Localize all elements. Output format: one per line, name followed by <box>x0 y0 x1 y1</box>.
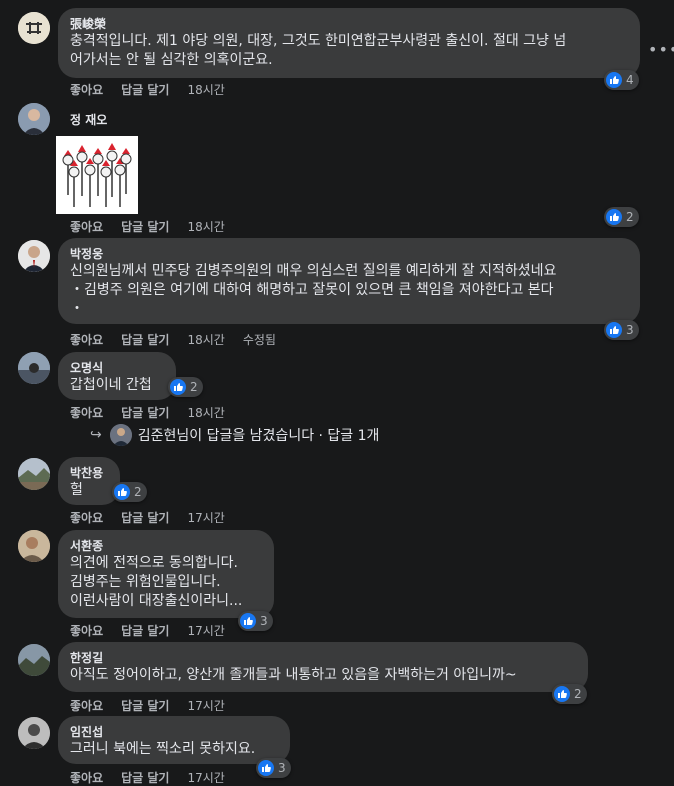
reply-link[interactable]: 답글 달기 <box>121 511 169 525</box>
reply-link[interactable]: 답글 달기 <box>121 624 169 638</box>
comment-actions: 좋아요 답글 달기 18시간 수정됨 <box>70 331 294 348</box>
reply-link[interactable]: 답글 달기 <box>121 406 169 420</box>
comment-actions: 좋아요 답글 달기 17시간 <box>70 769 243 786</box>
thumbs-up-icon <box>114 484 130 500</box>
comment-author[interactable]: 임진섭 <box>70 724 278 740</box>
like-link[interactable]: 좋아요 <box>70 699 103 713</box>
comment-text: 충격적입니다. 제1 야당 의원, 대장, 그것도 한미연합군부사령관 출신이.… <box>70 33 567 68</box>
comment-bubble: 서환종 의견에 전적으로 동의합니다. 김병주는 위험인물입니다. 이런사람이 … <box>58 530 274 618</box>
timestamp[interactable]: 17시간 <box>187 624 224 638</box>
avatar[interactable] <box>18 12 50 44</box>
comment-author[interactable]: 한정길 <box>70 650 576 666</box>
reply-link[interactable]: 답글 달기 <box>121 699 169 713</box>
sticker-image[interactable] <box>56 136 138 214</box>
comment-bubble: 한정길 아직도 정어이하고, 양산개 졸개들과 내통하고 있음을 자백하는거 아… <box>58 642 588 692</box>
reaction-number: 3 <box>278 761 286 775</box>
timestamp[interactable]: 17시간 <box>187 511 224 525</box>
comment-bubble: 정 재오 <box>58 104 119 136</box>
comment-text: 헐 <box>70 482 83 498</box>
thumbs-up-icon <box>606 322 622 338</box>
timestamp[interactable]: 18시간 <box>187 406 224 420</box>
comment-bubble: 張峻榮 충격적입니다. 제1 야당 의원, 대장, 그것도 한미연합군부사령관 … <box>58 8 640 78</box>
comment-author[interactable]: 정 재오 <box>70 112 107 128</box>
view-replies-link[interactable]: ↪ 김준현님이 답글을 남겼습니다 · 답글 1개 <box>90 424 379 446</box>
comment-text: 신의원님께서 민주당 김병주의원의 매우 의심스런 질의를 예리하게 잘 지적하… <box>70 263 557 317</box>
like-link[interactable]: 좋아요 <box>70 220 103 234</box>
reaction-number: 4 <box>626 73 634 87</box>
reaction-number: 2 <box>190 380 198 394</box>
reaction-count[interactable]: 3 <box>604 320 639 340</box>
avatar[interactable] <box>18 352 50 384</box>
reaction-number: 3 <box>626 323 634 337</box>
comment-actions: 좋아요 답글 달기 17시간 <box>70 509 243 526</box>
comment-bubble: 임진섭 그러니 북에는 찍소리 못하지요. <box>58 716 290 764</box>
comment-bubble: 박정웅 신의원님께서 민주당 김병주의원의 매우 의심스런 질의를 예리하게 잘… <box>58 238 640 324</box>
comment-bubble: 오명식 갑첩이네 간첩 <box>58 352 176 400</box>
comment-author[interactable]: 오명식 <box>70 360 164 376</box>
reaction-number: 3 <box>260 614 268 628</box>
thumbs-up-icon <box>606 72 622 88</box>
like-link[interactable]: 좋아요 <box>70 771 103 785</box>
timestamp[interactable]: 17시간 <box>187 771 224 785</box>
comment-text: 아직도 정어이하고, 양산개 졸개들과 내통하고 있음을 자백하는거 아입니까~ <box>70 667 517 683</box>
comment-author[interactable]: 박정웅 <box>70 246 628 262</box>
like-link[interactable]: 좋아요 <box>70 511 103 525</box>
reaction-number: 2 <box>626 210 634 224</box>
reaction-count[interactable]: 2 <box>604 207 639 227</box>
timestamp[interactable]: 18시간 <box>187 83 224 97</box>
reply-summary: 김준현님이 답글을 남겼습니다 · 답글 1개 <box>137 428 380 444</box>
reply-link[interactable]: 답글 달기 <box>121 333 169 347</box>
comment-author[interactable]: 박찬용 <box>70 465 108 481</box>
comment-bubble: 박찬용 헐 <box>58 457 120 505</box>
comment-text: 갑첩이네 간첩 <box>70 377 152 393</box>
comment-text: 의견에 전적으로 동의합니다. 김병주는 위험인물입니다. 이런사람이 대장출신… <box>70 555 243 609</box>
avatar[interactable] <box>18 717 50 749</box>
comment-author[interactable]: 서환종 <box>70 538 262 554</box>
comment-actions: 좋아요 답글 달기 18시간 <box>70 404 243 421</box>
reaction-number: 2 <box>574 687 582 701</box>
avatar[interactable] <box>18 644 50 676</box>
like-link[interactable]: 좋아요 <box>70 624 103 638</box>
timestamp[interactable]: 18시간 <box>187 220 224 234</box>
reaction-number: 2 <box>134 485 142 499</box>
reply-link[interactable]: 답글 달기 <box>121 83 169 97</box>
avatar[interactable] <box>18 240 50 272</box>
thumbs-up-icon <box>258 760 274 776</box>
comment-actions: 좋아요 답글 달기 18시간 <box>70 81 243 98</box>
comment-author[interactable]: 張峻榮 <box>70 16 628 32</box>
thumbs-up-icon <box>554 686 570 702</box>
reaction-count[interactable]: 2 <box>552 684 587 704</box>
comment-actions: 좋아요 답글 달기 17시간 <box>70 697 243 714</box>
reply-link[interactable]: 답글 달기 <box>121 220 169 234</box>
reply-avatar <box>109 424 132 446</box>
timestamp[interactable]: 18시간 <box>187 333 224 347</box>
reaction-count[interactable]: 3 <box>238 611 273 631</box>
reply-link[interactable]: 답글 달기 <box>121 771 169 785</box>
like-link[interactable]: 좋아요 <box>70 406 103 420</box>
like-link[interactable]: 좋아요 <box>70 83 103 97</box>
comment-actions: 좋아요 답글 달기 18시간 <box>70 218 243 235</box>
comment-actions: 좋아요 답글 달기 17시간 <box>70 622 243 639</box>
reply-arrow-icon: ↪ <box>90 427 102 443</box>
comment-text: 그러니 북에는 찍소리 못하지요. <box>70 741 256 757</box>
reaction-count[interactable]: 4 <box>604 70 639 90</box>
avatar[interactable] <box>18 103 50 135</box>
timestamp[interactable]: 17시간 <box>187 699 224 713</box>
avatar[interactable] <box>18 458 50 490</box>
avatar[interactable] <box>18 530 50 562</box>
edited-label: 수정됨 <box>242 333 276 347</box>
thumbs-up-icon <box>606 209 622 225</box>
reaction-count[interactable]: 2 <box>168 377 203 397</box>
more-options-icon[interactable]: ••• <box>648 40 674 59</box>
like-link[interactable]: 좋아요 <box>70 333 103 347</box>
reaction-count[interactable]: 2 <box>112 482 147 502</box>
thumbs-up-icon <box>170 379 186 395</box>
reaction-count[interactable]: 3 <box>256 758 291 778</box>
